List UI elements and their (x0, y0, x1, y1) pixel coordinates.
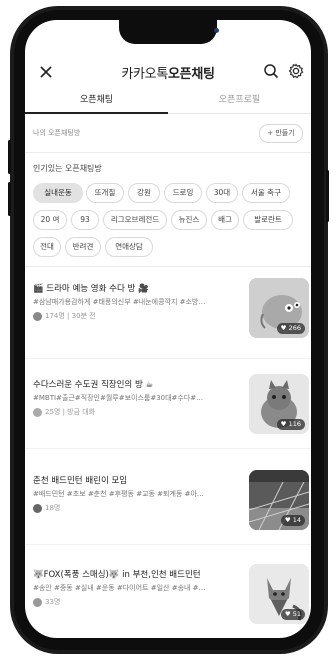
power-button (326, 170, 329, 222)
title-part-openchat: 오픈채팅 (168, 67, 215, 82)
section-divider (25, 266, 311, 267)
category-chip[interactable]: 뉴진스 (171, 210, 207, 230)
room-title: 춘천 배드민턴 배린이 모임 (33, 476, 128, 486)
tab-active-indicator (25, 112, 168, 114)
volume-button (8, 182, 11, 216)
likes-count: 116 (288, 420, 301, 428)
room-tags: #송안 #중동 #실내 #운동 #다이어트 #일산 #송내 #… (33, 584, 206, 592)
likes-badge: ♥ 51 (280, 609, 305, 620)
section-divider (25, 152, 311, 153)
avatar (33, 311, 42, 321)
my-rooms-label: 나의 오픈채팅방 (33, 129, 81, 137)
room-meta: 174명 | 30분 전 (33, 311, 96, 321)
room-title: 🐺FOX(폭풍 스매싱)🐺 in 부천,인천 배드민턴 (33, 570, 201, 580)
room-meta: 33명 (33, 597, 60, 607)
list-item[interactable]: 춘천 배드민턴 배린이 모임 #배드민턴 #초보 #춘천 #후평동 #교동 #퇴… (25, 470, 311, 536)
category-chip[interactable]: 또개질 (86, 183, 124, 203)
category-chip[interactable]: 배그 (211, 210, 239, 230)
category-chip[interactable]: 20 여 (33, 210, 67, 230)
tab-openchat[interactable]: 오픈채팅 (25, 92, 168, 105)
app-screen: 카카오톡오픈채팅 오픈채팅 오픈프로필 나의 오픈채팅방 + 만들기 인기있는 … (25, 20, 311, 638)
room-meta-text: 33명 (45, 598, 61, 606)
popular-rooms-label: 인기있는 오픈채팅방 (33, 164, 102, 173)
room-tags: #MBTI#출근#직장인#월루#보이스룸#30대#수다#… (33, 394, 204, 402)
avatar (33, 597, 42, 607)
likes-badge: ♥ 266 (276, 323, 305, 334)
row-divider (25, 544, 311, 545)
category-chip[interactable]: 반려견 (65, 237, 101, 257)
category-chip[interactable]: 리그오브레전드 (103, 210, 167, 230)
room-meta: 25명 | 방금 대화 (33, 407, 95, 417)
notch (119, 20, 217, 44)
search-icon[interactable] (263, 63, 279, 83)
category-chip[interactable]: 30대 (206, 183, 238, 203)
likes-count: 266 (288, 324, 301, 332)
room-tags: #배드민턴 #초보 #춘천 #후평동 #교동 #퇴계동 #아… (33, 490, 204, 498)
category-chip[interactable]: 93 (71, 210, 99, 230)
likes-badge: ♥ 14 (280, 515, 305, 526)
row-divider (25, 448, 311, 449)
tab-bar: 오픈채팅 오픈프로필 (25, 90, 311, 114)
gear-icon[interactable] (288, 63, 304, 83)
room-meta-text: 25명 | 방금 대화 (45, 408, 96, 416)
room-thumbnail: ♥ 14 (249, 470, 309, 530)
category-chip[interactable]: 서울 축구 (242, 183, 290, 203)
title-part-kakao: 카카오톡 (121, 67, 168, 82)
top-bar: 카카오톡오픈채팅 (25, 58, 311, 86)
room-meta: 18명 (33, 503, 60, 513)
list-item[interactable]: 수다스러운 수도권 직장인의 방 ☕ #MBTI#출근#직장인#월루#보이스룸#… (25, 374, 311, 440)
room-title: 수다스러운 수도권 직장인의 방 ☕ (33, 380, 154, 390)
volume-button (8, 140, 11, 174)
avatar (33, 503, 42, 513)
list-item[interactable]: 🎬 드라마 예능 영화 수다 방 🎥 #삼남매가용감하게 #태풍의신부 #내눈에… (25, 278, 311, 344)
category-chip[interactable]: 전대 (33, 237, 61, 257)
list-item[interactable]: 🐺FOX(폭풍 스매싱)🐺 in 부천,인천 배드민턴 #송안 #중동 #실내 … (25, 564, 311, 630)
room-meta-text: 174명 | 30분 전 (45, 312, 96, 320)
likes-count: 51 (292, 610, 301, 618)
category-chip[interactable]: 실내운동 (33, 183, 83, 203)
category-chip[interactable]: 발로란트 (243, 210, 293, 230)
tab-openprofile[interactable]: 오픈프로필 (168, 92, 311, 105)
room-meta-text: 18명 (45, 504, 61, 512)
avatar (33, 407, 42, 417)
room-thumbnail: ♥ 116 (249, 374, 309, 434)
room-title: 🎬 드라마 예능 영화 수다 방 🎥 (33, 284, 149, 294)
camera-dot (214, 28, 219, 33)
my-rooms-section: 나의 오픈채팅방 + 만들기 (25, 122, 311, 148)
create-room-button[interactable]: + 만들기 (259, 124, 303, 143)
category-chip[interactable]: 강원 (128, 183, 160, 203)
room-thumbnail: ♥ 51 (249, 564, 309, 624)
likes-count: 14 (292, 516, 301, 524)
row-divider (25, 358, 311, 359)
category-chip[interactable]: 연애상담 (105, 237, 153, 257)
room-thumbnail: ♥ 266 (249, 278, 309, 338)
likes-badge: ♥ 116 (276, 419, 305, 430)
category-chip[interactable]: 드로잉 (164, 183, 202, 203)
room-tags: #삼남매가용감하게 #태풍의신부 #내눈에콩깍지 #소방… (33, 298, 206, 306)
